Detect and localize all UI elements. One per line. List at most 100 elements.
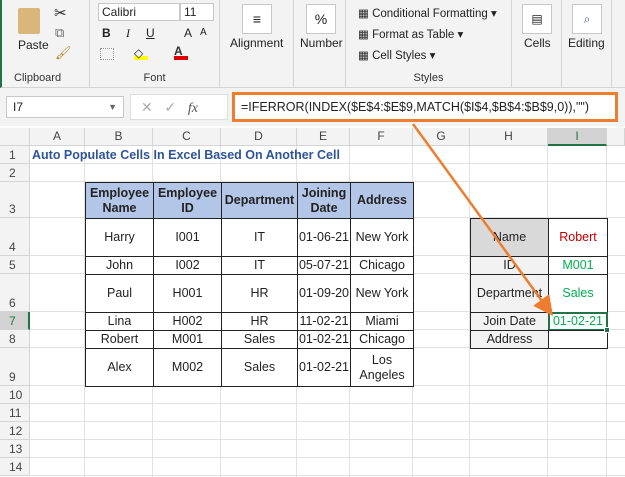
table-cell[interactable]: Sales [221,330,298,349]
row-header-4[interactable]: 4 [0,218,30,256]
row-header-11[interactable]: 11 [0,404,30,422]
table-cell[interactable]: IT [221,218,298,257]
chevron-down-icon[interactable]: ▼ [108,102,117,112]
column-header-a[interactable]: A [30,128,85,146]
row-header-6[interactable]: 6 [0,274,30,312]
fill-color-icon[interactable]: ◇ [134,46,148,60]
table-cell[interactable]: HR [221,312,298,331]
column-header-d[interactable]: D [221,128,297,146]
column-header-c[interactable]: C [153,128,221,146]
table-cell[interactable]: H001 [153,274,222,313]
table-cell[interactable]: New York [350,274,414,313]
lookup-value[interactable]: 01-02-21 [548,312,608,331]
cut-icon[interactable]: ✂ [54,4,67,22]
spreadsheet-grid[interactable]: A B C D E F G H I 1 2 3 4 5 6 7 8 9 10 11 12 13 14 Auto Populat… [0,128,625,477]
decrease-font-icon[interactable]: A [200,27,207,38]
table-cell[interactable]: Robert [85,330,154,349]
column-header-b[interactable]: B [85,128,153,146]
lookup-value[interactable]: Sales [548,274,608,313]
name-box[interactable]: I7 ▼ [6,96,124,118]
lookup-label: Address [470,330,549,349]
column-header-g[interactable]: G [413,128,470,146]
table-cell[interactable]: Sales [221,348,298,387]
table-cell[interactable]: Chicago [350,256,414,275]
table-cell[interactable]: 11-02-21 [297,312,351,331]
cells-group[interactable]: ▤ Cells [512,0,562,88]
conditional-formatting-button[interactable]: ▦ Conditional Formatting ▾ [358,6,497,20]
percent-icon: % [306,4,336,34]
table-cell[interactable]: Paul [85,274,154,313]
font-name-select[interactable]: Calibri [98,3,180,21]
row-header-5[interactable]: 5 [0,256,30,274]
table-cell[interactable]: I002 [153,256,222,275]
borders-icon[interactable] [100,48,114,60]
table-cell[interactable]: 01-02-21 [297,330,351,349]
row-header-1[interactable]: 1 [0,146,30,164]
formula-input[interactable]: =IFERROR(INDEX($E$4:$E$9,MATCH($I$4,$B$4… [232,92,618,122]
format-painter-icon[interactable]: 🖌 [55,45,72,61]
table-header: Joining Date [297,182,351,219]
table-cell[interactable]: HR [221,274,298,313]
table-cell[interactable]: Chicago [350,330,414,349]
table-cell[interactable]: John [85,256,154,275]
fill-handle[interactable] [604,327,610,333]
column-header-h[interactable]: H [470,128,548,146]
row-header-9[interactable]: 9 [0,348,30,386]
row-header-12[interactable]: 12 [0,422,30,440]
lookup-label: Name [470,218,549,257]
table-cell[interactable]: M001 [153,330,222,349]
table-cell[interactable]: M002 [153,348,222,387]
row-header-14[interactable]: 14 [0,458,30,476]
format-as-table-label: Format as Table [372,29,455,41]
table-cell[interactable]: Harry [85,218,154,257]
select-all-corner[interactable] [0,128,30,146]
copy-icon[interactable]: ⧉ [55,25,64,41]
table-cell[interactable]: Lina [85,312,154,331]
increase-font-icon[interactable]: A [184,26,192,40]
table-cell[interactable]: 01-02-21 [297,348,351,387]
column-header-i[interactable]: I [548,128,607,146]
name-box-value: I7 [13,100,24,114]
lookup-value[interactable]: Robert [548,218,608,257]
row-header-3[interactable]: 3 [0,182,30,218]
table-cell[interactable]: Alex [85,348,154,387]
cancel-icon[interactable]: ✕ [141,99,153,115]
lookup-value[interactable] [548,330,608,349]
number-group[interactable]: % Number [294,0,346,88]
bold-button[interactable]: B [102,26,111,40]
table-cell[interactable]: IT [221,256,298,275]
editing-group[interactable]: ⌕ Editing [562,0,612,88]
row-header-7[interactable]: 7 [0,312,30,330]
paste-icon[interactable] [18,8,40,34]
insert-function-icon[interactable]: fx [188,101,198,116]
table-cell[interactable]: 05-07-21 [297,256,351,275]
editing-label: Editing [568,36,605,50]
row-header-10[interactable]: 10 [0,386,30,404]
table-cell[interactable]: Miami [350,312,414,331]
gridline [30,457,625,458]
paste-button[interactable]: Paste [18,38,49,52]
row-header-2[interactable]: 2 [0,164,30,182]
table-cell[interactable]: New York [350,218,414,257]
format-as-table-button[interactable]: ▦ Format as Table ▾ [358,27,463,41]
table-header: Department [221,182,298,219]
underline-button[interactable]: U [146,26,155,40]
table-cell[interactable]: 01-06-21 [297,218,351,257]
ribbon: Paste ✂ ⧉ 🖌 Clipboard Calibri 11 B I U A… [0,0,625,88]
row-header-8[interactable]: 8 [0,330,30,348]
alignment-group[interactable]: ≡ Alignment [220,0,294,88]
lookup-value[interactable]: M001 [548,256,608,275]
table-cell[interactable]: Los Angeles [350,348,414,387]
column-header-f[interactable]: F [350,128,413,146]
row-header-13[interactable]: 13 [0,440,30,458]
column-header-e[interactable]: E [297,128,350,146]
table-cell[interactable]: H002 [153,312,222,331]
enter-icon[interactable]: ✓ [164,99,176,115]
italic-button[interactable]: I [126,26,130,41]
table-cell[interactable]: I001 [153,218,222,257]
alignment-label: Alignment [230,36,284,50]
cell-styles-button[interactable]: ▦ Cell Styles ▾ [358,48,435,62]
font-size-select[interactable]: 11 [180,3,214,21]
font-color-icon[interactable]: A [174,44,188,60]
table-cell[interactable]: 01-09-20 [297,274,351,313]
